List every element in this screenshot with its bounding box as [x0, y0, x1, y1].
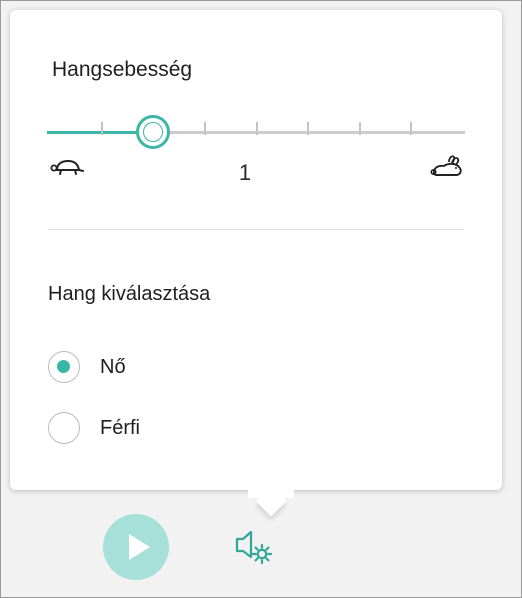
slider-tick	[410, 122, 412, 135]
slider-tick	[255, 122, 258, 135]
voice-option-label: Férfi	[100, 417, 140, 439]
radio-female[interactable]	[48, 351, 80, 383]
rabbit-icon	[430, 154, 464, 185]
play-button[interactable]	[103, 514, 169, 580]
slider-tick	[101, 122, 103, 135]
slider-thumb[interactable]	[135, 115, 170, 149]
voice-settings-icon	[235, 530, 273, 565]
slider-tick	[307, 122, 309, 135]
section-divider	[48, 229, 464, 230]
read-aloud-settings-popup	[10, 10, 502, 517]
voice-settings-button[interactable]	[234, 527, 276, 567]
speed-value: 1	[238, 160, 252, 185]
slider-tick	[358, 122, 361, 135]
play-icon	[129, 534, 150, 560]
speed-title: Hangsebesség	[52, 58, 193, 81]
radio-male[interactable]	[48, 412, 80, 444]
voice-selection-title: Hang kiválasztása	[48, 283, 211, 305]
speed-slider[interactable]	[47, 113, 465, 153]
turtle-icon	[50, 158, 84, 183]
slider-tick	[204, 122, 206, 135]
voice-option-label: Nő	[100, 356, 126, 378]
